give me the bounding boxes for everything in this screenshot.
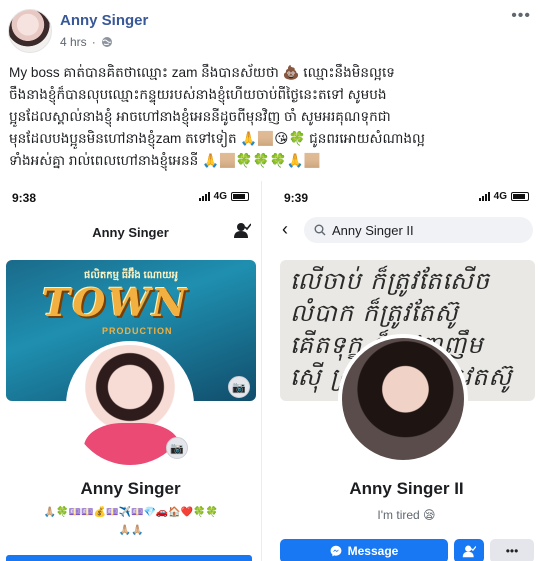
camera-icon[interactable]: 📷 xyxy=(166,437,188,459)
status-indicators: 4G xyxy=(478,191,529,202)
signal-icon xyxy=(198,192,210,201)
friends-icon xyxy=(462,545,476,558)
post-time[interactable]: 4 hrs xyxy=(60,35,87,49)
profile-name: Anny Singer xyxy=(80,479,181,498)
messenger-icon xyxy=(330,545,342,557)
search-value: Anny Singer II xyxy=(332,222,414,238)
battery-icon xyxy=(231,192,249,201)
profile-nav-title: Anny Singer xyxy=(92,225,169,240)
post-text-line: ទាំងអស់គ្នា រាល់ពេលហៅនាងខ្ញុំអេននី 🙏🏼🍀🍀🍀… xyxy=(9,153,321,168)
post-text-line: មុនដែលបងប្អូនមិនហៅនាងខ្ញុំzam តទៅទៀត 🙏🏼😘… xyxy=(9,131,425,146)
cover-text-line: លើចាប់ ក៏ត្រូវតែសើច xyxy=(290,267,490,295)
cover-logo: TOWN xyxy=(42,280,189,325)
post-options-icon[interactable]: ••• xyxy=(511,8,531,24)
post-text-line: ប្អូនដែលស្គាល់នាងខ្ញុំ អាចហៅនាងខ្ញុំអេនន… xyxy=(9,109,391,124)
author-name[interactable]: Anny Singer xyxy=(60,12,148,29)
status-bar: 9:38 4G xyxy=(0,181,261,207)
camera-icon[interactable]: 📷 xyxy=(228,376,250,398)
status-time: 9:39 xyxy=(284,191,309,205)
more-options-button[interactable]: ••• xyxy=(490,539,534,561)
message-button[interactable]: Message xyxy=(280,539,448,561)
status-indicators: 4G xyxy=(198,191,249,202)
right-phone-screenshot[interactable]: 9:39 4G ‹ Anny Singer II លើចាប់ ក៏ត្រូវត… xyxy=(272,181,541,561)
post-text: My boss គាត់បានគិតថាឈ្មោះ zam នឹងបានស័យថ… xyxy=(9,62,533,172)
friends-button[interactable] xyxy=(454,539,484,561)
network-label: 4G xyxy=(213,191,227,202)
status-time: 9:38 xyxy=(12,191,37,205)
globe-icon[interactable] xyxy=(101,36,113,48)
message-button-label: Message xyxy=(347,544,399,558)
post-header: Anny Singer 4 hrs · ••• xyxy=(0,0,541,58)
status-bar: 9:39 4G xyxy=(272,181,541,207)
cover-tag: PRODUCTION xyxy=(102,326,173,336)
profile-picture[interactable] xyxy=(338,334,468,464)
post-meta: 4 hrs · xyxy=(60,35,113,49)
post-text-line: ចឹងនាងខ្ញុំក៏បានលុបឈ្មោះកន្ទុយរបស់នាងខ្ញ… xyxy=(9,87,387,102)
left-phone-screenshot[interactable]: 9:38 4G Anny Singer ផលិតកម្ម ធីអ៊ឹង ណោយអ… xyxy=(0,181,262,561)
search-icon xyxy=(314,224,326,236)
battery-icon xyxy=(511,192,529,201)
bio-line: 🙏🏼🙏🏼 xyxy=(118,525,144,536)
post-text-line: My boss គាត់បានគិតថាឈ្មោះ zam នឹងបានស័យថ… xyxy=(9,65,395,80)
network-label: 4G xyxy=(493,191,507,202)
profile-bio: 🙏🏼🍀💷💷💰💷✈️💷💎🚗🏠❤️🍀🍀 🙏🏼🙏🏼 xyxy=(8,504,254,540)
search-field[interactable]: Anny Singer II xyxy=(304,217,533,243)
friend-settings-icon[interactable] xyxy=(233,221,251,239)
bio-line: 🙏🏼🍀💷💷💰💷✈️💷💎🚗🏠❤️🍀🍀 xyxy=(43,507,219,518)
action-button-edge[interactable] xyxy=(6,555,252,561)
author-avatar[interactable] xyxy=(8,9,52,53)
signal-icon xyxy=(478,192,490,201)
profile-name: Anny Singer II xyxy=(349,479,464,498)
cover-text-line: លំបាក ក៏ត្រូវតែស៊ូ xyxy=(290,299,459,327)
profile-bio: I'm tired 😪 xyxy=(377,508,436,522)
back-arrow-icon[interactable]: ‹ xyxy=(282,219,294,239)
